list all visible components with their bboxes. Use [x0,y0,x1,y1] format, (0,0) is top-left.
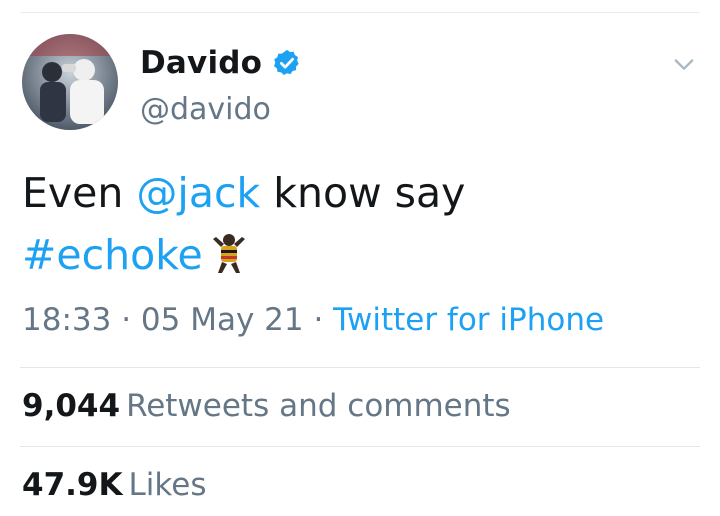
meta-separator: · [303,302,334,338]
top-divider [20,12,700,13]
tweet-text: Even @jack know say #echoke [22,162,702,286]
tweet-time[interactable]: 18:33 [22,302,111,338]
author-name-row: Davido [140,40,302,86]
mention-link[interactable]: @jack [136,169,260,217]
meta-separator: · [111,302,141,338]
chevron-down-icon[interactable] [670,50,698,78]
tweet-meta: 18:33 · 05 May 21 · Twitter for iPhone [22,302,604,338]
tweet-text-part: know say [260,169,466,217]
retweets-stat[interactable]: 9,044 Retweets and comments [22,388,511,424]
likes-label: Likes [128,467,207,503]
retweets-label: Retweets and comments [126,388,511,424]
tweet-header: Davido @davido [22,34,702,134]
verified-badge-icon [274,49,299,75]
author-handle[interactable]: @davido [140,92,271,127]
avatar-photo-icon [22,34,118,130]
tweet-source-link[interactable]: Twitter for iPhone [333,302,604,338]
tweet-text-part: Even [22,169,137,217]
man-dancing-emoji-icon [212,234,245,273]
tweet-date[interactable]: 05 May 21 [141,302,304,338]
retweets-count: 9,044 [22,388,121,424]
divider [20,446,700,447]
likes-count: 47.9K [22,467,123,503]
avatar[interactable] [22,34,118,130]
hashtag-link[interactable]: #echoke [22,231,203,279]
divider [20,367,700,368]
likes-stat[interactable]: 47.9K Likes [22,467,206,503]
author-display-name[interactable]: Davido [140,45,262,81]
